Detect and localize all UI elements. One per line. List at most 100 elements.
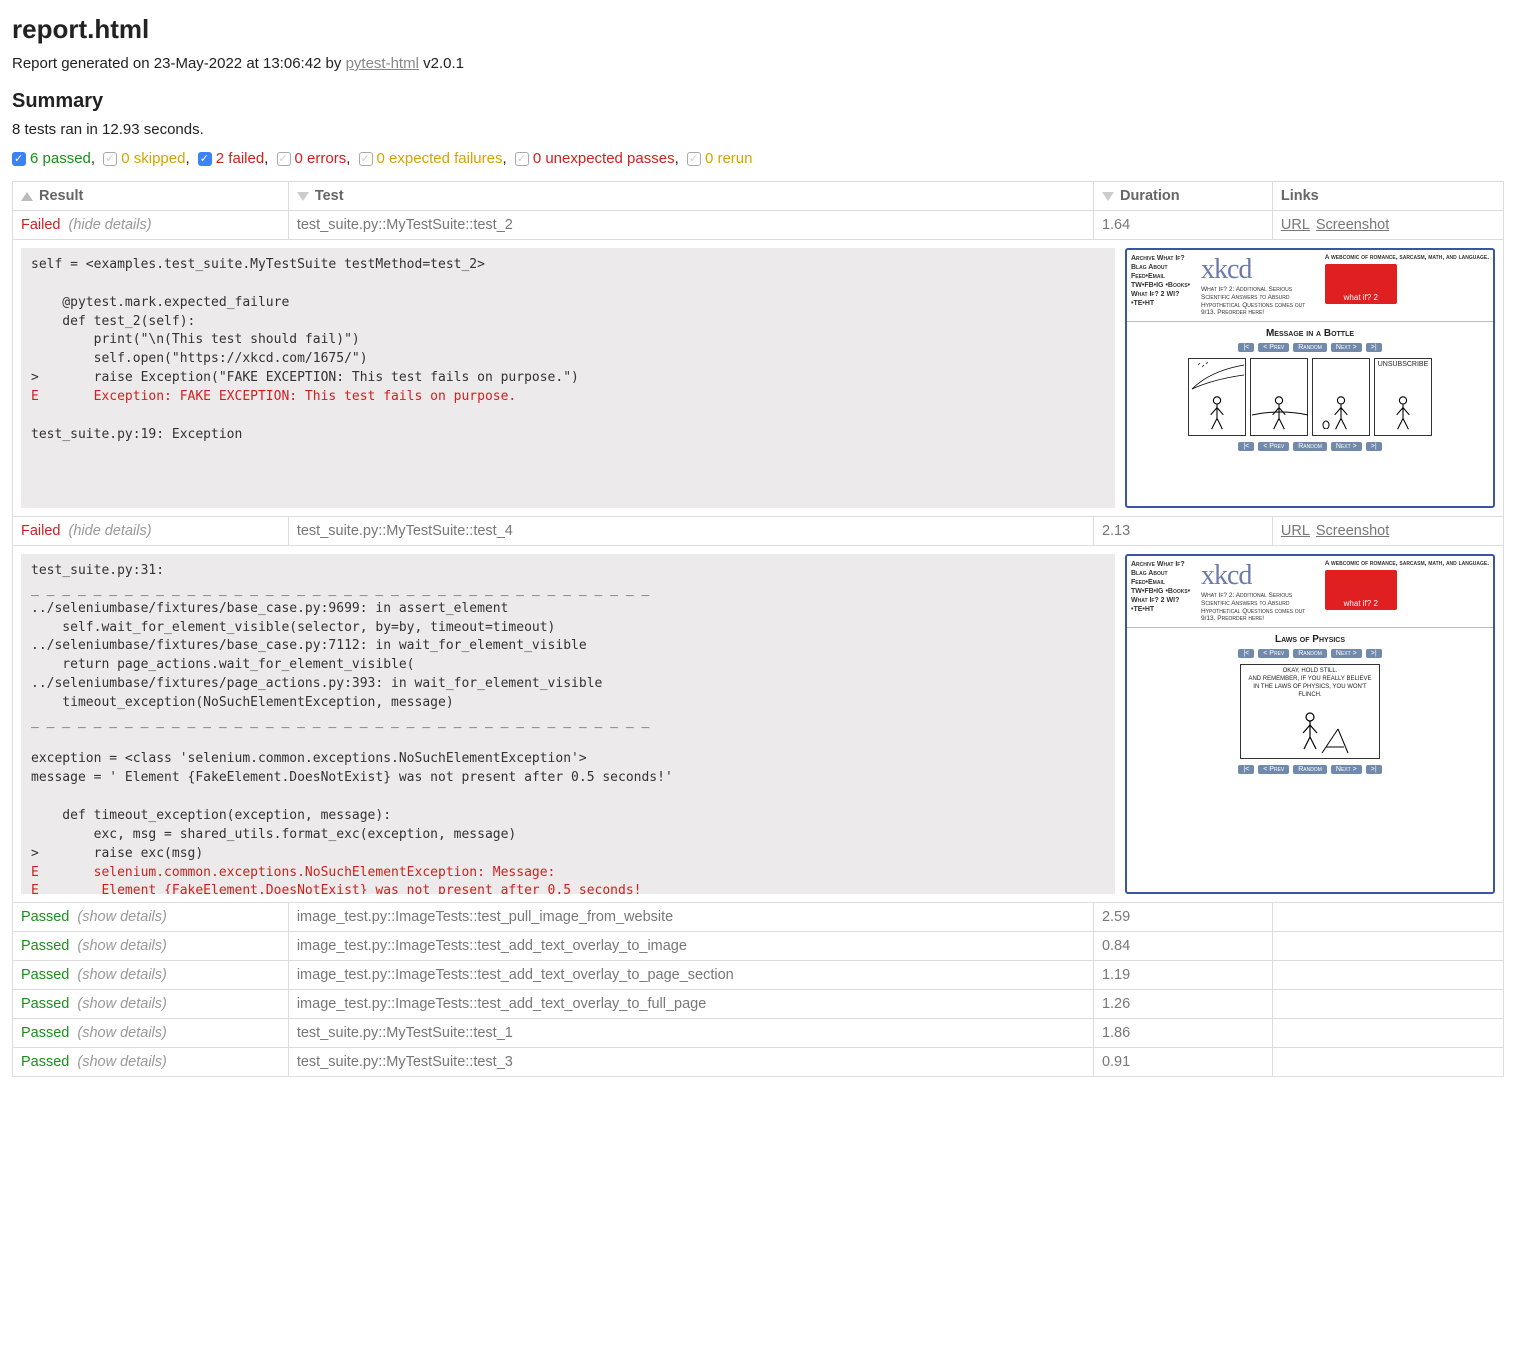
traceback[interactable]: self = <examples.test_suite.MyTestSuite …	[21, 248, 1115, 508]
results-table: Result Test Duration Links Failed (hide …	[12, 181, 1504, 1077]
toggle-details[interactable]: (show details)	[77, 938, 166, 954]
table-row: Failed (hide details) test_suite.py::MyT…	[13, 211, 1504, 240]
status-passed: Passed	[21, 1025, 69, 1041]
status-passed: Passed	[21, 909, 69, 925]
toggle-details[interactable]: (show details)	[77, 1054, 166, 1070]
test-name: image_test.py::ImageTests::test_pull_ima…	[288, 903, 1093, 932]
test-name: test_suite.py::MyTestSuite::test_2	[288, 211, 1093, 240]
comic-nav: |<< PrevRandomNext >>|	[1133, 649, 1487, 658]
checkbox-passed[interactable]	[12, 152, 26, 166]
table-row: Failed (hide details) test_suite.py::MyT…	[13, 517, 1504, 546]
toggle-details[interactable]: (hide details)	[69, 523, 152, 539]
toggle-details[interactable]: (show details)	[77, 967, 166, 983]
meta-suffix: v2.0.1	[419, 55, 464, 72]
status-passed: Passed	[21, 996, 69, 1012]
status-passed: Passed	[21, 938, 69, 954]
test-name: test_suite.py::MyTestSuite::test_3	[288, 1048, 1093, 1077]
count-failed[interactable]: 2 failed	[216, 150, 264, 167]
traceback[interactable]: test_suite.py:31: _ _ _ _ _ _ _ _ _ _ _ …	[21, 554, 1115, 894]
status-passed: Passed	[21, 1054, 69, 1070]
whatif2-badge: what if? 2	[1325, 570, 1397, 610]
toggle-details[interactable]: (hide details)	[69, 217, 152, 233]
comic-nav-bottom: |<< PrevRandomNext >>|	[1133, 765, 1487, 774]
report-meta: Report generated on 23-May-2022 at 13:06…	[12, 55, 1504, 72]
links-cell	[1272, 961, 1503, 990]
table-row: Passed (show details) image_test.py::Ima…	[13, 961, 1504, 990]
toggle-details[interactable]: (show details)	[77, 1025, 166, 1041]
checkbox-xpass[interactable]	[515, 152, 529, 166]
comic-panel	[1188, 358, 1246, 436]
duration: 1.64	[1093, 211, 1272, 240]
screenshot-link[interactable]: Screenshot	[1316, 217, 1389, 233]
test-name: image_test.py::ImageTests::test_add_text…	[288, 990, 1093, 1019]
summary-counts: 6 passed, 0 skipped, 2 failed, 0 errors,…	[12, 150, 1504, 167]
toggle-details[interactable]: (show details)	[77, 909, 166, 925]
count-xfail[interactable]: 0 expected failures	[377, 150, 503, 167]
table-row: Passed (show details) test_suite.py::MyT…	[13, 1019, 1504, 1048]
sort-asc-icon	[21, 192, 33, 201]
screenshot-thumbnail[interactable]: Archive What If? Blag About Feed•Email T…	[1125, 554, 1495, 894]
test-name: image_test.py::ImageTests::test_add_text…	[288, 932, 1093, 961]
test-name: image_test.py::ImageTests::test_add_text…	[288, 961, 1093, 990]
comic-nav-bottom: |<< PrevRandomNext >>|	[1133, 442, 1487, 451]
col-duration[interactable]: Duration	[1093, 182, 1272, 211]
count-passed[interactable]: 6 passed	[30, 150, 91, 167]
links-cell	[1272, 1048, 1503, 1077]
checkbox-skipped[interactable]	[103, 152, 117, 166]
detail-row: self = <examples.test_suite.MyTestSuite …	[13, 240, 1504, 517]
links-cell	[1272, 1019, 1503, 1048]
xkcd-logo: xkcd	[1201, 254, 1319, 286]
checkbox-xfail[interactable]	[359, 152, 373, 166]
sort-icon	[297, 192, 309, 201]
count-errors[interactable]: 0 errors	[295, 150, 347, 167]
col-result[interactable]: Result	[13, 182, 289, 211]
xkcd-logo: xkcd	[1201, 560, 1319, 592]
meta-prefix: Report generated on 23-May-2022 at 13:06…	[12, 55, 346, 72]
comic-nav: |<< PrevRandomNext >>|	[1133, 343, 1487, 352]
duration: 0.84	[1093, 932, 1272, 961]
toggle-details[interactable]: (show details)	[77, 996, 166, 1012]
xkcd-sidebar: Archive What If? Blag About Feed•Email T…	[1127, 556, 1197, 627]
checkbox-errors[interactable]	[277, 152, 291, 166]
count-xpass[interactable]: 0 unexpected passes	[533, 150, 675, 167]
comic-panel	[1312, 358, 1370, 436]
links-cell	[1272, 932, 1503, 961]
xkcd-tagline: A webcomic of romance, sarcasm, math, an…	[1325, 254, 1489, 262]
status-failed: Failed	[21, 217, 61, 233]
screenshot-link[interactable]: Screenshot	[1316, 523, 1389, 539]
duration: 1.19	[1093, 961, 1272, 990]
xkcd-promo: What If? 2: Additional Serious Scientifi…	[1201, 592, 1319, 623]
status-failed: Failed	[21, 523, 61, 539]
table-row: Passed (show details) image_test.py::Ima…	[13, 932, 1504, 961]
detail-row: test_suite.py:31: _ _ _ _ _ _ _ _ _ _ _ …	[13, 546, 1504, 903]
status-passed: Passed	[21, 967, 69, 983]
col-links: Links	[1272, 182, 1503, 211]
count-rerun[interactable]: 0 rerun	[705, 150, 753, 167]
links-cell	[1272, 903, 1503, 932]
comic-panel	[1250, 358, 1308, 436]
duration: 2.13	[1093, 517, 1272, 546]
test-name: test_suite.py::MyTestSuite::test_1	[288, 1019, 1093, 1048]
col-test[interactable]: Test	[288, 182, 1093, 211]
comic-panel: OKAY, HOLD STILL. AND REMEMBER, IF YOU R…	[1240, 664, 1380, 759]
whatif2-badge: what if? 2	[1325, 264, 1397, 304]
xkcd-promo: What If? 2: Additional Serious Scientifi…	[1201, 286, 1319, 317]
tests-ran-line: 8 tests ran in 12.93 seconds.	[12, 121, 1504, 138]
table-row: Passed (show details) test_suite.py::MyT…	[13, 1048, 1504, 1077]
url-link[interactable]: URL	[1281, 217, 1310, 233]
table-row: Passed (show details) image_test.py::Ima…	[13, 903, 1504, 932]
count-skipped[interactable]: 0 skipped	[121, 150, 185, 167]
duration: 1.26	[1093, 990, 1272, 1019]
checkbox-failed[interactable]	[198, 152, 212, 166]
links-cell	[1272, 990, 1503, 1019]
checkbox-rerun[interactable]	[687, 152, 701, 166]
sort-icon	[1102, 192, 1114, 201]
screenshot-thumbnail[interactable]: Archive What If? Blag About Feed•Email T…	[1125, 248, 1495, 508]
xkcd-sidebar: Archive What If? Blag About Feed•Email T…	[1127, 250, 1197, 321]
table-row: Passed (show details) image_test.py::Ima…	[13, 990, 1504, 1019]
duration: 0.91	[1093, 1048, 1272, 1077]
comic-title: Message in a Bottle	[1133, 328, 1487, 339]
pytest-html-link[interactable]: pytest-html	[346, 55, 419, 72]
summary-heading: Summary	[12, 90, 1504, 113]
url-link[interactable]: URL	[1281, 523, 1310, 539]
